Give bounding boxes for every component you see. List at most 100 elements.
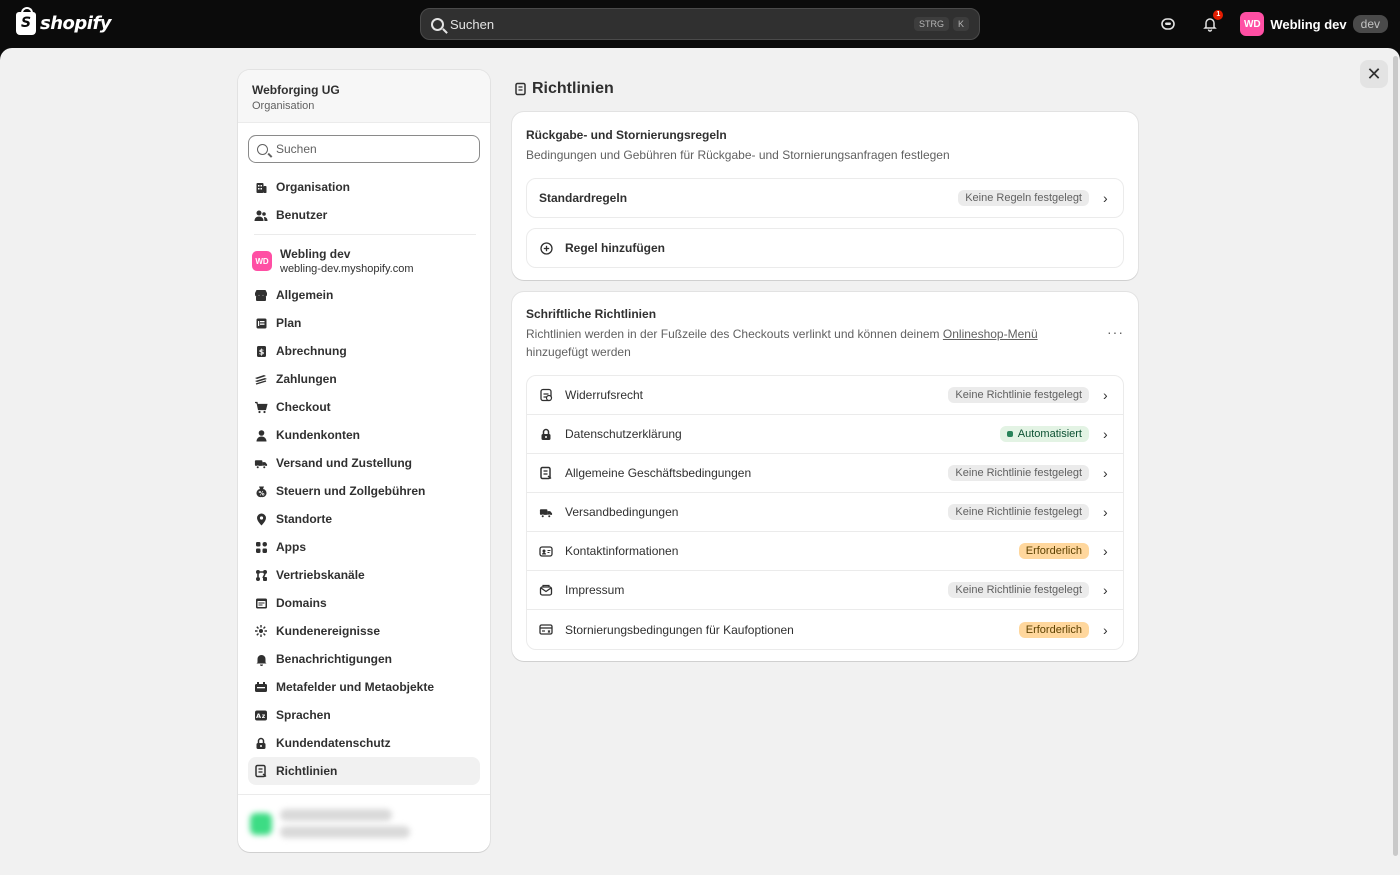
- svg-text:z: z: [262, 713, 266, 720]
- default-rules-row[interactable]: Standardregeln Keine Regeln festgelegt ›: [527, 179, 1123, 217]
- close-button[interactable]: ✕: [1360, 60, 1388, 88]
- notification-count: 1: [1213, 10, 1224, 20]
- truck-icon: [254, 456, 268, 470]
- sidebar-item-standorte[interactable]: Standorte: [238, 505, 480, 533]
- sidebar-item-domains[interactable]: Domains: [238, 589, 480, 617]
- store-name: Webling dev: [280, 247, 351, 261]
- policy-label: Kontaktinformationen: [565, 544, 679, 558]
- policy-label: Datenschutzerklärung: [565, 427, 682, 441]
- language-icon: Az: [254, 708, 268, 722]
- cart-icon: [254, 400, 268, 414]
- returns-card-description: Bedingungen und Gebühren für Rückgabe- u…: [526, 148, 950, 162]
- scrollbar[interactable]: [1393, 56, 1398, 856]
- policy-row-versandbedingungen[interactable]: Versandbedingungen Keine Richtlinie festg…: [527, 493, 1123, 532]
- status-badge: Keine Richtlinie festgelegt: [948, 465, 1089, 481]
- account-footer[interactable]: [238, 794, 490, 852]
- sidebar-item-label: Organisation: [276, 180, 351, 194]
- sidekick-icon: [1161, 18, 1176, 30]
- sidebar-item-label: Domains: [276, 596, 327, 610]
- status-badge: Erforderlich: [1018, 543, 1089, 559]
- sidebar-item-label: Abrechnung: [276, 344, 347, 358]
- policy-icon: [539, 466, 553, 480]
- shortcut-key-k: K: [952, 17, 969, 31]
- shopify-logo[interactable]: shopify: [16, 7, 112, 35]
- chevron-right-icon: ›: [1103, 582, 1108, 598]
- sidebar-item-label: Standorte: [276, 512, 333, 526]
- sidebar-item-benutzer[interactable]: Benutzer: [238, 201, 480, 229]
- chevron-right-icon: ›: [1103, 387, 1108, 403]
- policy-icon: [514, 82, 528, 96]
- chevron-right-icon: ›: [1103, 543, 1108, 559]
- contact-icon: [539, 544, 553, 558]
- written-card-title: Schriftliche Richtlinien: [526, 307, 657, 321]
- page-title-text: Richtlinien: [532, 80, 614, 97]
- sidebar-item-steuern-und-zollgebuehren[interactable]: % Steuern und Zollgebühren: [238, 477, 480, 505]
- events-icon: [254, 624, 268, 638]
- sidebar-item-label: Benachrichtigungen: [276, 652, 393, 666]
- settings-modal: ✕ Webforging UG Organisation Suchen Orga…: [0, 48, 1400, 875]
- sidekick-button[interactable]: [1156, 12, 1180, 36]
- account-email-redacted: [280, 826, 410, 838]
- sidebar-item-zahlungen[interactable]: Zahlungen: [238, 365, 480, 393]
- billing-icon: $: [254, 344, 268, 358]
- sidebar-item-sprachen[interactable]: Az Sprachen: [238, 701, 480, 729]
- store-switcher[interactable]: WD Webling dev webling-dev.myshopify.com: [238, 243, 490, 281]
- sidebar-item-vertriebskanaele[interactable]: Vertriebskanäle: [238, 561, 480, 589]
- sidebar-item-label: Plan: [276, 316, 302, 330]
- sidebar-item-abrechnung[interactable]: $ Abrechnung: [238, 337, 480, 365]
- online-store-menu-link[interactable]: Onlineshop-Menü: [943, 327, 1038, 341]
- sidebar-item-label: Versand und Zustellung: [276, 456, 413, 470]
- policy-label: Stornierungsbedingungen für Kaufoptionen: [565, 622, 794, 637]
- lock-icon: [254, 736, 268, 750]
- domain-icon: [254, 596, 268, 610]
- sidebar-item-label: Steuern und Zollgebühren: [276, 484, 426, 498]
- returns-rules-card: Rückgabe- und Stornierungsregeln Bedingu…: [512, 112, 1138, 280]
- chevron-right-icon: ›: [1103, 465, 1108, 481]
- plan-icon: [254, 316, 268, 330]
- sidebar-item-checkout[interactable]: Checkout: [238, 393, 480, 421]
- policy-row-widerrufsrecht[interactable]: Widerrufsrecht Keine Richtlinie festgeleg…: [527, 376, 1123, 415]
- add-rule-button[interactable]: Regel hinzufügen: [527, 229, 1123, 267]
- sidebar-item-versand-und-zustellung[interactable]: Versand und Zustellung: [238, 449, 480, 477]
- policy-label: Versandbedingungen: [565, 505, 679, 519]
- sidebar-item-metafelder-und-metaobjekte[interactable]: Metafelder und Metaobjekte: [238, 673, 480, 701]
- shopify-bag-icon: [16, 7, 36, 35]
- notifications-button[interactable]: 1: [1198, 10, 1224, 36]
- status-badge: Keine Regeln festgelegt: [958, 190, 1089, 206]
- policy-row-stornierungsbedingungen-fuer-kaufoptionen[interactable]: Stornierungsbedingungen für Kaufoptionen…: [527, 610, 1123, 649]
- plus-circle-icon: [539, 241, 553, 255]
- svg-text:$: $: [258, 347, 264, 356]
- user-menu-button[interactable]: WD Webling dev dev: [1240, 12, 1388, 36]
- policy-row-impressum[interactable]: Impressum Keine Richtlinie festgelegt ›: [527, 571, 1123, 610]
- default-rules-label: Standardregeln: [539, 191, 628, 205]
- sidebar-item-allgemein[interactable]: Allgemein: [238, 281, 480, 309]
- description-text-end: hinzugefügt werden: [526, 345, 631, 359]
- sidebar-item-kundendatenschutz[interactable]: Kundendatenschutz: [238, 729, 480, 757]
- sidebar-item-label: Allgemein: [276, 288, 334, 302]
- store-avatar: WD: [252, 251, 272, 271]
- global-search-input[interactable]: Suchen STRG K: [420, 8, 980, 40]
- settings-search-input[interactable]: Suchen: [248, 135, 480, 163]
- policy-row-kontaktinformationen[interactable]: Kontaktinformationen Erforderlich ›: [527, 532, 1123, 571]
- sidebar-item-benachrichtigungen[interactable]: Benachrichtigungen: [238, 645, 480, 673]
- sidebar-item-label: Benutzer: [276, 208, 328, 222]
- default-rules-box: Standardregeln Keine Regeln festgelegt ›: [526, 178, 1124, 218]
- sidebar-item-plan[interactable]: Plan: [238, 309, 480, 337]
- refund-icon: [539, 388, 553, 402]
- policy-label: Allgemeine Geschäftsbedingungen: [565, 466, 752, 480]
- sidebar-item-kundenkonten[interactable]: Kundenkonten: [238, 421, 480, 449]
- sidebar-item-richtlinien[interactable]: Richtlinien: [248, 757, 480, 785]
- more-actions-button[interactable]: ···: [1107, 324, 1124, 340]
- policy-row-allgemeine-geschaeftsbedingungen[interactable]: Allgemeine Geschäftsbedingungen Keine Ric…: [527, 454, 1123, 493]
- sidebar-item-kundenereignisse[interactable]: Kundenereignisse: [238, 617, 480, 645]
- lock-icon: [539, 427, 553, 441]
- account-name-redacted: [280, 809, 392, 821]
- status-badge: Automatisiert: [999, 426, 1089, 442]
- sidebar-item-apps[interactable]: Apps: [238, 533, 480, 561]
- sidebar-item-organisation[interactable]: Organisation: [238, 173, 480, 201]
- sidebar-item-label: Checkout: [276, 400, 331, 414]
- policy-row-datenschutzerklaerung[interactable]: Datenschutzerklärung Automatisiert ›: [527, 415, 1123, 454]
- org-header[interactable]: Webforging UG Organisation: [238, 70, 490, 123]
- sidebar-item-label: Zahlungen: [276, 372, 337, 386]
- metafields-icon: [254, 680, 268, 694]
